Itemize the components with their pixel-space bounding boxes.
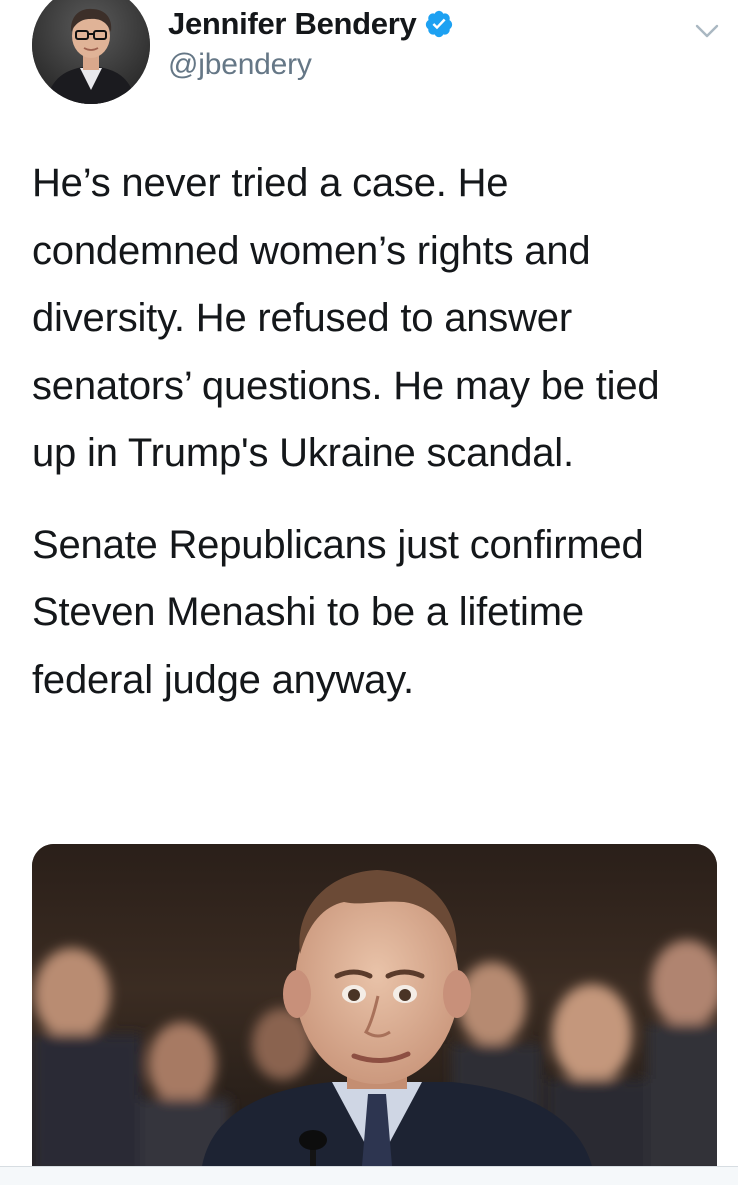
name-row: Jennifer Bendery <box>168 4 454 44</box>
bottom-strip <box>0 1167 738 1185</box>
tweet-media-photo[interactable] <box>32 844 717 1166</box>
verified-badge-icon <box>424 9 454 39</box>
tweet: Jennifer Bendery @jbendery He’s never tr… <box>0 0 738 1185</box>
author-avatar[interactable] <box>32 0 150 104</box>
man-at-hearing-photo <box>32 844 717 1166</box>
author-block[interactable]: Jennifer Bendery @jbendery <box>168 4 454 82</box>
author-display-name[interactable]: Jennifer Bendery <box>168 6 417 42</box>
chevron-down-icon[interactable] <box>692 18 722 44</box>
tweet-paragraph: He’s never tried a case. He condemned wo… <box>32 161 660 475</box>
tweet-paragraph: Senate Republicans just confirmed Steven… <box>32 522 644 702</box>
author-handle[interactable]: @jbendery <box>168 48 454 82</box>
avatar-photo <box>32 0 150 104</box>
tweet-text: He’s never tried a case. He condemned wo… <box>32 150 712 714</box>
